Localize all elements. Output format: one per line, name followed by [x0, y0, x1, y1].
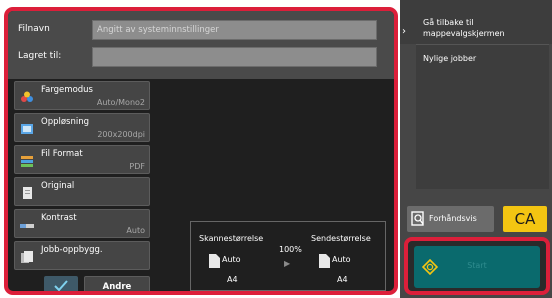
- arrow-right-icon: ▶: [284, 259, 291, 268]
- recent-jobs-panel[interactable]: Nylige jobber: [416, 44, 549, 189]
- filename-label: Filnavn: [18, 24, 50, 34]
- send-size-label: Sendestørrelse: [311, 234, 371, 243]
- resolution-value: 200x200dpi: [97, 130, 145, 139]
- scan-doc-icon: [209, 254, 220, 268]
- filename-input[interactable]: Angitt av systeminnstillinger: [92, 20, 377, 40]
- contrast-label: Kontrast: [41, 213, 77, 223]
- contrast-value: Auto: [126, 226, 145, 235]
- saved-to-label: Lagret til:: [18, 51, 62, 61]
- resolution-button[interactable]: Oppløsning 200x200dpi: [14, 113, 150, 142]
- check-icon: [54, 280, 68, 291]
- original-button[interactable]: Original: [14, 177, 150, 206]
- file-format-icon: [21, 156, 33, 167]
- job-build-label: Jobb-oppbygg.: [41, 245, 103, 255]
- file-format-button[interactable]: Fil Format PDF: [14, 145, 150, 174]
- start-button[interactable]: Start: [414, 246, 540, 288]
- color-mode-button[interactable]: Fargemodus Auto/Mono2: [14, 81, 150, 110]
- scan-size-label: Skannestørrelse: [199, 234, 264, 243]
- original-label: Original: [41, 181, 75, 191]
- color-mode-icon: [21, 91, 33, 102]
- file-format-value: PDF: [129, 162, 145, 171]
- clear-all-button[interactable]: CA: [503, 206, 547, 232]
- contrast-button[interactable]: Kontrast Auto: [14, 209, 150, 238]
- confirm-check-button[interactable]: [44, 276, 78, 291]
- back-to-folder-button[interactable]: › Gå tilbake til mappevalgskjermen: [400, 0, 552, 44]
- file-format-label: Fil Format: [41, 149, 83, 159]
- back-label-line2: mappevalgskjermen: [423, 29, 505, 38]
- scan-paper-value: A4: [227, 275, 238, 284]
- chevron-right-icon: ›: [402, 26, 406, 37]
- back-label-line1: Gå tilbake til: [423, 18, 474, 27]
- ratio-value: 100%: [279, 245, 302, 254]
- original-icon: [23, 187, 32, 199]
- send-doc-icon: [319, 254, 330, 268]
- send-auto-value: Auto: [332, 255, 351, 264]
- saved-to-input[interactable]: [92, 47, 377, 67]
- filename-placeholder: Angitt av systeminnstillinger: [97, 25, 219, 35]
- scan-size-box[interactable]: Skannestørrelse Sendestørrelse Auto 100%…: [190, 221, 386, 291]
- job-build-icon: [21, 251, 33, 263]
- color-mode-label: Fargemodus: [41, 85, 93, 95]
- resolution-label: Oppløsning: [41, 117, 90, 127]
- recent-jobs-label: Nylige jobber: [423, 54, 477, 63]
- send-paper-value: A4: [337, 275, 348, 284]
- preview-icon: [411, 211, 424, 226]
- start-button-frame: Start: [404, 237, 550, 295]
- contrast-icon: [20, 224, 34, 228]
- ca-label: CA: [514, 210, 536, 228]
- scan-auto-value: Auto: [222, 255, 241, 264]
- other-label: Andre: [102, 282, 132, 292]
- resolution-icon: [21, 124, 33, 134]
- color-mode-value: Auto/Mono2: [96, 98, 145, 107]
- preview-button[interactable]: Forhåndsvis: [407, 206, 494, 232]
- main-settings-panel: Filnavn Angitt av systeminnstillinger La…: [4, 7, 398, 295]
- preview-label: Forhåndsvis: [429, 214, 477, 223]
- other-button[interactable]: Andre: [84, 276, 150, 292]
- start-label: Start: [467, 261, 487, 270]
- file-fields-area: Filnavn Angitt av systeminnstillinger La…: [8, 11, 394, 79]
- job-build-button[interactable]: Jobb-oppbygg.: [14, 241, 150, 270]
